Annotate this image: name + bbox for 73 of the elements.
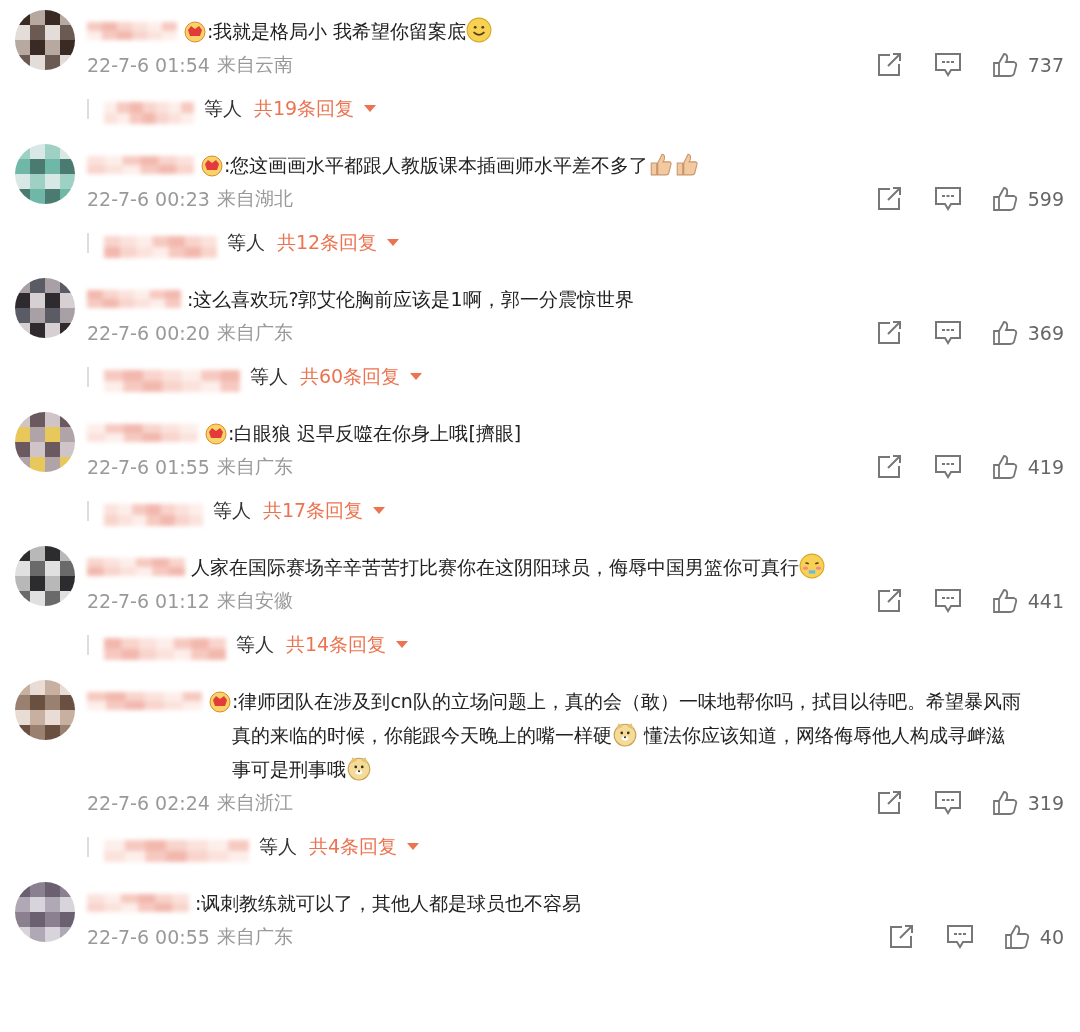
reply-text: 等人	[204, 96, 242, 121]
caret-icon	[364, 105, 377, 113]
comment-icon[interactable]	[933, 186, 962, 212]
comment-text: :您这画画水平都跟人教版课本插画师水平差不多了	[224, 148, 1022, 182]
thumbs-up-icon[interactable]	[991, 454, 1018, 480]
comment-icon[interactable]	[933, 588, 962, 614]
like-count: 369	[1027, 322, 1064, 344]
comment-time: 22-7-6 00:23	[87, 188, 210, 210]
reply-count-link[interactable]: 共14条回复	[286, 632, 409, 658]
like-count: 599	[1027, 188, 1064, 210]
comment-location: 来自湖北	[216, 186, 293, 211]
comment-time: 22-7-6 00:20	[87, 322, 210, 344]
caret-icon	[373, 507, 386, 515]
caret-icon	[396, 641, 409, 649]
comment-text: :律师团队在涉及到cn队的立场问题上，真的会（敢）一味地帮你吗，拭目以待吧。希望暴风雨真的来临的时候，你能跟今天晚上的嘴一样硬 懂法你应该知道，网络侮辱他人构成寻衅滋事可是刑事哦	[232, 689, 1022, 783]
comment-location: 来自广东	[216, 454, 293, 479]
comment-location: 来自广东	[216, 320, 293, 345]
share-icon[interactable]	[875, 454, 904, 480]
comment-location: 来自广东	[216, 924, 293, 949]
reply-text: 等人	[236, 632, 274, 657]
reply-count-link[interactable]: 共19条回复	[254, 96, 377, 122]
caret-icon	[387, 239, 400, 247]
comment-text: :我就是格局小 我希望你留案底	[207, 14, 1022, 48]
share-icon[interactable]	[875, 52, 904, 78]
share-icon[interactable]	[875, 320, 904, 346]
comment-icon[interactable]	[933, 790, 962, 816]
comment-location: 来自安徽	[216, 588, 293, 613]
reply-text: 等人	[213, 498, 251, 523]
thumbs-up-icon[interactable]	[991, 52, 1018, 78]
like-count: 441	[1027, 590, 1064, 612]
reply-text: 等人	[259, 834, 297, 859]
face-emoji-icon	[612, 721, 638, 747]
comment-icon[interactable]	[933, 320, 962, 346]
face-emoji-icon	[799, 553, 825, 579]
reply-text: 等人	[227, 230, 265, 255]
face-emoji-icon	[346, 755, 372, 781]
reply-text: 等人	[250, 364, 288, 389]
comment-time: 22-7-6 01:54	[87, 54, 210, 76]
like-count: 737	[1027, 54, 1064, 76]
thumbs-up-emoji-icon	[674, 151, 701, 177]
comment-time: 22-7-6 01:55	[87, 456, 210, 478]
thumbs-up-icon[interactable]	[991, 790, 1018, 816]
comment-icon[interactable]	[945, 924, 974, 950]
like-count: 419	[1027, 456, 1064, 478]
caret-icon	[407, 843, 420, 851]
comment-time: 22-7-6 01:12	[87, 590, 210, 612]
comment-icon[interactable]	[933, 454, 962, 480]
share-icon[interactable]	[887, 924, 916, 950]
reply-count-link[interactable]: 共4条回复	[309, 834, 420, 860]
comment-text: :白眼狼 迟早反噬在你身上哦[擠眼]	[228, 421, 523, 446]
thumbs-up-icon[interactable]	[991, 320, 1018, 346]
share-icon[interactable]	[875, 790, 904, 816]
share-icon[interactable]	[875, 588, 904, 614]
comment-text: :讽刺教练就可以了，其他人都是球员也不容易	[195, 891, 583, 916]
comment-time: 22-7-6 02:24	[87, 792, 210, 814]
comment-text: :这么喜欢玩?郭艾伦胸前应该是1啊，郭一分震惊世界	[187, 287, 635, 312]
comment-location: 来自浙江	[216, 790, 293, 815]
like-count: 40	[1039, 926, 1064, 948]
thumbs-up-emoji-icon	[648, 151, 675, 177]
thumbs-up-icon[interactable]	[1003, 924, 1030, 950]
reply-count-link[interactable]: 共12条回复	[277, 230, 400, 256]
thumbs-up-icon[interactable]	[991, 588, 1018, 614]
caret-icon	[410, 373, 423, 381]
face-emoji-icon	[466, 17, 493, 43]
comment-text: 人家在国际赛场辛辛苦苦打比赛你在这阴阳球员，侮辱中国男篮你可真行	[191, 550, 1022, 584]
comment-location: 来自云南	[216, 52, 293, 77]
like-count: 319	[1027, 792, 1064, 814]
comment-icon[interactable]	[933, 52, 962, 78]
thumbs-up-icon[interactable]	[991, 186, 1018, 212]
share-icon[interactable]	[875, 186, 904, 212]
reply-count-link[interactable]: 共60条回复	[300, 364, 423, 390]
comment-time: 22-7-6 00:55	[87, 926, 210, 948]
reply-count-link[interactable]: 共17条回复	[263, 498, 386, 524]
